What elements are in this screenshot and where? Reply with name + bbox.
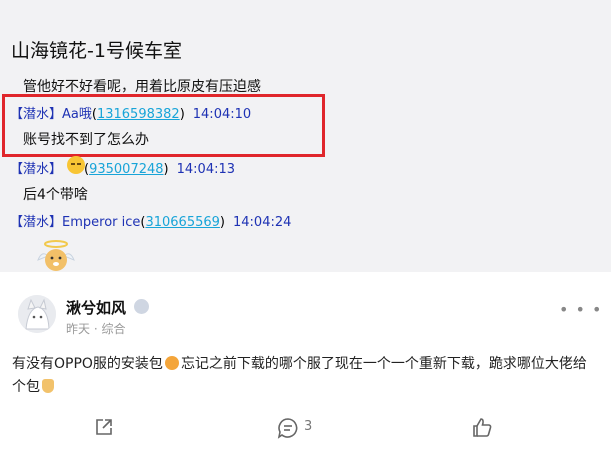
angel-dog-sticker-icon: [37, 240, 75, 271]
sad-emoji-avatar-icon: [67, 156, 85, 174]
chat-title: 山海镜花-1号候车室: [11, 40, 182, 62]
comment-icon: [277, 418, 298, 439]
chat-message-text: 后4个带啥: [23, 187, 88, 203]
post-username[interactable]: 湫兮如风: [66, 297, 126, 318]
user-avatar[interactable]: [18, 295, 56, 333]
chat-message-text: 管他好不好看呢，用着比原皮有压迫感: [23, 79, 261, 95]
sender-nickname: Emperor ice: [62, 215, 141, 230]
user-level-badge-icon: [134, 299, 149, 314]
sender-qq-link[interactable]: 310665569: [145, 215, 219, 230]
share-icon: [96, 419, 112, 435]
post-meta: 昨天 · 综合: [66, 322, 126, 336]
thumbs-up-icon: [473, 418, 492, 437]
sender-qq-link[interactable]: 935007248: [89, 162, 163, 177]
comment-count: 3: [304, 419, 313, 434]
share-button[interactable]: [94, 417, 114, 439]
chat-screenshot: 山海镜花-1号候车室 管他好不好看呢，用着比原皮有压迫感 【潜水】Aa哦(131…: [0, 0, 611, 272]
sweat-emoji-icon: [164, 356, 179, 370]
member-tag: 【潜水】: [10, 215, 63, 230]
avatar-illustration-icon: [18, 295, 56, 333]
message-time: 14:04:24: [233, 215, 292, 230]
chat-sender-line: 【潜水】Emperor ice(310665569) 14:04:24: [10, 215, 292, 230]
chat-sender-line: 【潜水】 (935007248) 14:04:13: [10, 162, 236, 177]
highlight-box: [2, 94, 325, 157]
pray-emoji-icon: [42, 379, 54, 393]
message-time: 14:04:13: [176, 162, 236, 177]
member-tag: 【潜水】: [10, 162, 63, 177]
like-button[interactable]: [471, 417, 493, 439]
post-body: 有没有OPPO服的安装包 忘记之前下载的哪个服了现在一个一个重新下载，跪求哪位大佬…: [12, 353, 598, 399]
post-body-text: 有没有OPPO服的安装包: [12, 356, 163, 372]
comment-button[interactable]: [277, 417, 299, 439]
more-dots-icon[interactable]: • • •: [559, 300, 602, 319]
